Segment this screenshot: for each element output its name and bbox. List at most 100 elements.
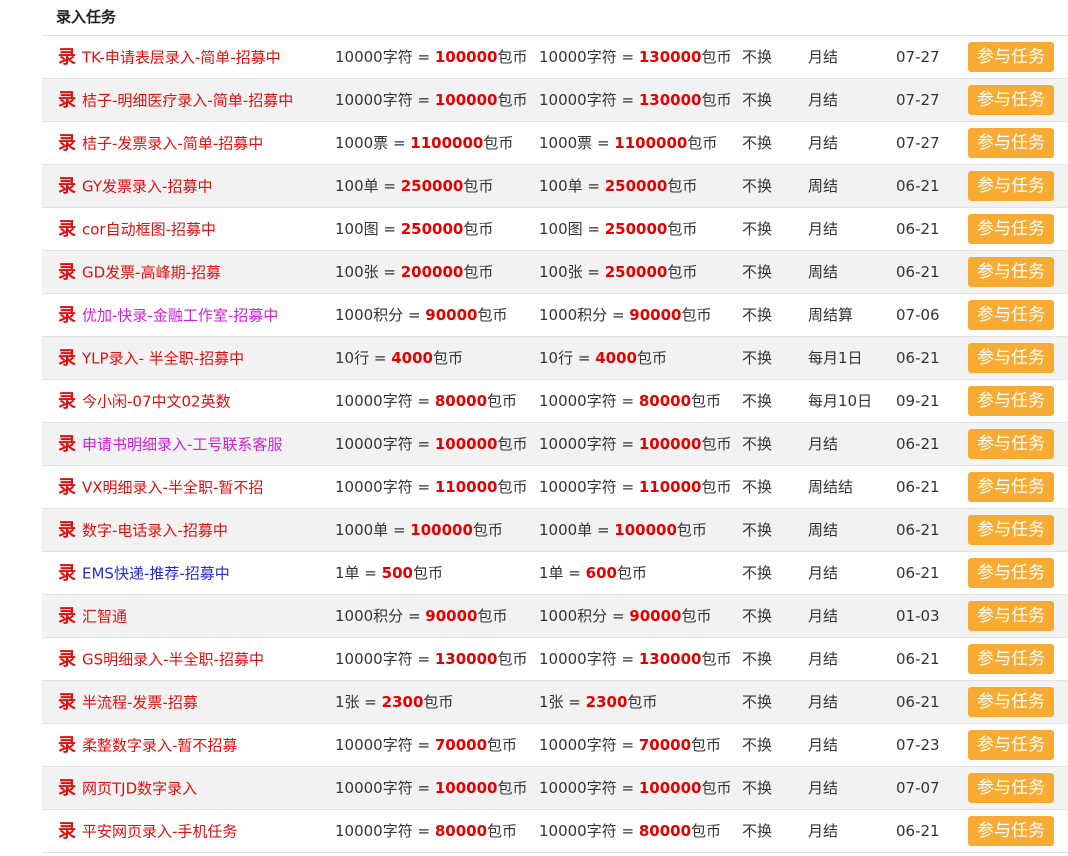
task-name-cell[interactable]: 录 GD发票-高峰期-招募 <box>56 251 336 293</box>
task-name-link[interactable]: VX明细录入-半全职-暂不招 <box>82 479 263 497</box>
swap-status: 不换 <box>742 48 773 66</box>
lu-badge-icon: 录 <box>58 261 76 283</box>
task-name-link[interactable]: 平安网页录入-手机任务 <box>82 823 237 841</box>
join-task-button[interactable]: 参与任务 <box>968 343 1054 373</box>
pay-unit: 100张 = <box>539 263 605 281</box>
task-name-link[interactable]: 数字-电话录入-招募中 <box>82 522 228 540</box>
task-name-cell[interactable]: 录申请书明细录入-工号联系客服 <box>56 423 336 465</box>
pay-unit: 10000字符 = <box>539 478 639 496</box>
join-task-button[interactable]: 参与任务 <box>968 816 1054 846</box>
price-unit: 10行 = <box>335 349 392 367</box>
price-amount: 250000 <box>400 220 464 238</box>
price-currency: 包币 <box>463 177 494 195</box>
task-name-link[interactable]: 桔子-发票录入-简单-招募中 <box>82 135 263 153</box>
swap-status: 不换 <box>742 822 773 840</box>
join-task-button[interactable]: 参与任务 <box>968 214 1054 244</box>
price-cell: 1张 = 2300包币 <box>335 681 535 723</box>
price-unit: 1000积分 = <box>335 607 426 625</box>
task-name-cell[interactable]: 录 TK-申请表层录入-简单-招募中 <box>56 36 336 78</box>
pay-amount: 100000 <box>638 435 702 453</box>
swap-status: 不换 <box>742 650 773 668</box>
task-name-cell[interactable]: 录 GY发票录入-招募中 <box>56 165 336 207</box>
pay-unit: 100单 = <box>539 177 605 195</box>
task-name-link[interactable]: 柔整数字录入-暂不招募 <box>82 737 237 755</box>
pay-currency: 包币 <box>667 263 698 281</box>
task-name-cell[interactable]: 录柔整数字录入-暂不招募 <box>56 724 336 766</box>
pay-unit: 100图 = <box>539 220 605 238</box>
join-task-button[interactable]: 参与任务 <box>968 128 1054 158</box>
task-name-cell[interactable]: 录优加-快录-金融工作室-招募中 <box>56 294 336 336</box>
task-name-link[interactable]: TK-申请表层录入-简单-招募中 <box>82 49 281 67</box>
task-name-link[interactable]: GY发票录入-招募中 <box>82 178 212 196</box>
pay-amount: 250000 <box>604 177 668 195</box>
join-task-button[interactable]: 参与任务 <box>968 558 1054 588</box>
join-task-button[interactable]: 参与任务 <box>968 687 1054 717</box>
task-row: 录 GS明细录入-半全职-招募中 10000字符 = 130000包币 10000字符… <box>42 638 1068 681</box>
task-name-link[interactable]: 今小闲-07中文02英数 <box>82 393 231 411</box>
join-task-button[interactable]: 参与任务 <box>968 171 1054 201</box>
task-date: 09-21 <box>896 392 940 410</box>
task-name-link[interactable]: YLP录入- 半全职-招募中 <box>82 350 244 368</box>
join-task-button[interactable]: 参与任务 <box>968 42 1054 72</box>
task-date: 07-23 <box>896 736 940 754</box>
pay-currency: 包币 <box>681 607 712 625</box>
task-name-cell[interactable]: 录半流程-发票-招募 <box>56 681 336 723</box>
join-task-button[interactable]: 参与任务 <box>968 85 1054 115</box>
task-name-cell[interactable]: 录数字-电话录入-招募中 <box>56 509 336 551</box>
join-task-button[interactable]: 参与任务 <box>968 300 1054 330</box>
price-amount: 250000 <box>400 177 464 195</box>
price-cell: 1000积分 = 90000包币 <box>335 294 535 336</box>
price-cell: 1单 = 500包币 <box>335 552 535 594</box>
task-name-link[interactable]: 网页TJD数字录入 <box>82 780 197 798</box>
task-name-link[interactable]: 优加-快录-金融工作室-招募中 <box>82 307 278 325</box>
pay-cell: 10000字符 = 130000包币 <box>539 79 739 121</box>
task-name-link[interactable]: 申请书明细录入-工号联系客服 <box>82 436 282 454</box>
join-task-button[interactable]: 参与任务 <box>968 730 1054 760</box>
task-name-cell[interactable]: 录汇智通 <box>56 595 336 637</box>
price-unit: 10000字符 = <box>335 822 435 840</box>
settlement-type: 周结结 <box>808 478 854 496</box>
join-task-button[interactable]: 参与任务 <box>968 601 1054 631</box>
task-name-link[interactable]: 半流程-发票-招募 <box>82 694 198 712</box>
task-name-cell[interactable]: 录 YLP录入- 半全职-招募中 <box>56 337 336 379</box>
task-name-cell[interactable]: 录 VX明细录入-半全职-暂不招 <box>56 466 336 508</box>
task-name-cell[interactable]: 录网页TJD数字录入 <box>56 767 336 809</box>
price-unit: 1单 = <box>335 564 382 582</box>
task-name-link[interactable]: cor自动框图-招募中 <box>82 221 216 239</box>
join-task-button[interactable]: 参与任务 <box>968 472 1054 502</box>
pay-cell: 10000字符 = 100000包币 <box>539 423 739 465</box>
pay-unit: 10000字符 = <box>539 822 639 840</box>
join-task-button[interactable]: 参与任务 <box>968 429 1054 459</box>
task-name-cell[interactable]: 录桔子-明细医疗录入-简单-招募中 <box>56 79 336 121</box>
task-name-cell[interactable]: 录 cor自动框图-招募中 <box>56 208 336 250</box>
join-task-button[interactable]: 参与任务 <box>968 386 1054 416</box>
pay-cell: 100张 = 250000包币 <box>539 251 739 293</box>
task-name-link[interactable]: GD发票-高峰期-招募 <box>82 264 221 282</box>
join-task-button[interactable]: 参与任务 <box>968 515 1054 545</box>
task-name-cell[interactable]: 录平安网页录入-手机任务 <box>56 810 336 852</box>
price-amount: 80000 <box>434 392 488 410</box>
task-row: 录 VX明细录入-半全职-暂不招 10000字符 = 110000包币 10000字符… <box>42 466 1068 509</box>
task-date: 06-21 <box>896 521 940 539</box>
join-task-button[interactable]: 参与任务 <box>968 644 1054 674</box>
join-task-button[interactable]: 参与任务 <box>968 773 1054 803</box>
task-name-cell[interactable]: 录 EMS快递-推荐-招募中 <box>56 552 336 594</box>
price-unit: 10000字符 = <box>335 392 435 410</box>
pay-currency: 包币 <box>681 306 712 324</box>
action-cell: 参与任务 <box>968 79 1058 121</box>
join-task-button[interactable]: 参与任务 <box>968 257 1054 287</box>
task-name-cell[interactable]: 录今小闲-07中文02英数 <box>56 380 336 422</box>
task-name-link[interactable]: GS明细录入-半全职-招募中 <box>82 651 264 669</box>
price-unit: 100图 = <box>335 220 401 238</box>
price-unit: 100张 = <box>335 263 401 281</box>
task-name-cell[interactable]: 录 GS明细录入-半全职-招募中 <box>56 638 336 680</box>
swap-status: 不换 <box>742 263 773 281</box>
task-name-link[interactable]: 桔子-明细医疗录入-简单-招募中 <box>82 92 293 110</box>
price-unit: 100单 = <box>335 177 401 195</box>
action-cell: 参与任务 <box>968 509 1058 551</box>
task-name-cell[interactable]: 录桔子-发票录入-简单-招募中 <box>56 122 336 164</box>
settlement-type: 月结 <box>808 822 839 840</box>
pay-currency: 包币 <box>701 91 732 109</box>
task-name-link[interactable]: 汇智通 <box>82 608 127 626</box>
task-name-link[interactable]: EMS快递-推荐-招募中 <box>82 565 230 583</box>
